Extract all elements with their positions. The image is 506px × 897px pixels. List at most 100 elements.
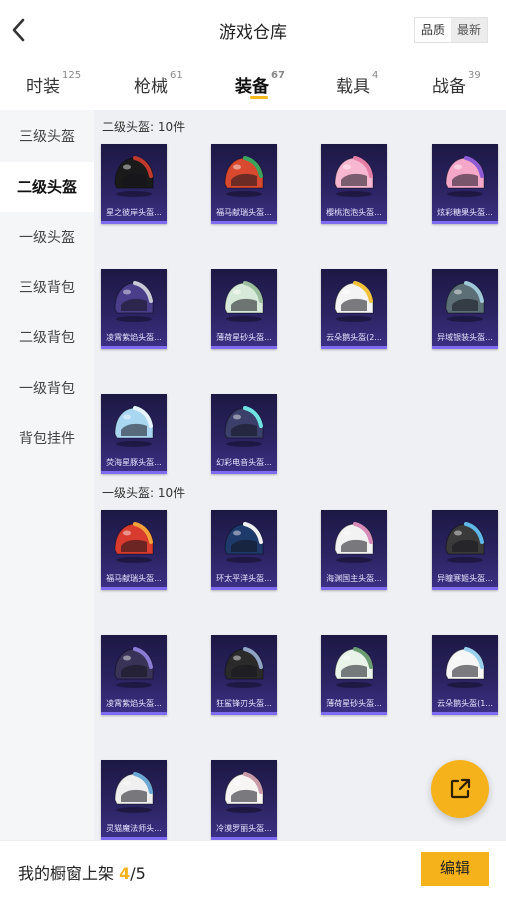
item-name: 异域银装头盔... xyxy=(437,333,493,342)
item-name: 炫彩糖果头盔... xyxy=(437,208,493,217)
item-card[interactable]: 异瞳寒姬头盔... xyxy=(432,510,498,590)
bottom-bar: 我的橱窗上架 4/5 编辑 xyxy=(0,840,506,897)
helmet-icon xyxy=(224,281,264,322)
tab-label: 枪械 xyxy=(134,77,168,97)
helmet-icon xyxy=(114,772,154,813)
helmet-icon xyxy=(334,522,374,563)
tab-label: 时装 xyxy=(26,77,60,97)
tab-label: 载具 xyxy=(336,77,370,97)
section-title: 一级头盔: 10件 xyxy=(102,486,186,500)
item-name: 凌霄紫焰头盔... xyxy=(106,333,162,342)
edit-button[interactable]: 编辑 xyxy=(421,852,489,886)
item-name: 冷漠罗丽头盔... xyxy=(216,824,272,833)
helmet-icon xyxy=(114,281,154,322)
helmet-icon xyxy=(334,156,374,197)
share-fab[interactable] xyxy=(431,760,489,818)
item-name: 薄荷星砂头盔... xyxy=(216,333,272,342)
item-name: 凌霄紫焰头盔... xyxy=(106,699,162,708)
item-card[interactable]: 樱桃泡泡头盔... xyxy=(321,144,387,224)
sidebar-item-backpack-lv1[interactable]: 一级背包 xyxy=(0,364,94,414)
showcase-current: 4 xyxy=(119,864,131,883)
active-tab-indicator xyxy=(250,96,268,99)
item-card[interactable]: 海渊国主头盔... xyxy=(321,510,387,590)
item-card[interactable]: 炫彩糖果头盔... xyxy=(432,144,498,224)
tab-guns[interactable]: 枪械61 xyxy=(134,70,183,97)
helmet-icon xyxy=(114,156,154,197)
item-card[interactable]: 云朵鹅头盔(1... xyxy=(432,635,498,715)
item-card[interactable]: 狂鲨锋刃头盔... xyxy=(211,635,277,715)
tab-count: 125 xyxy=(62,70,82,81)
item-card[interactable]: 薄荷星砂头盔... xyxy=(211,269,277,349)
showcase-status: 我的橱窗上架 4/5 xyxy=(18,860,146,884)
item-name: 云朵鹅头盔(1... xyxy=(437,699,493,708)
helmet-icon xyxy=(224,772,264,813)
helmet-icon xyxy=(224,156,264,197)
helmet-icon xyxy=(114,406,154,447)
tab-fashion[interactable]: 时装125 xyxy=(26,70,82,97)
helmet-icon xyxy=(224,522,264,563)
helmet-icon xyxy=(114,647,154,688)
tab-label: 装备 xyxy=(235,77,269,97)
helmet-icon xyxy=(445,522,485,563)
section-title: 二级头盔: 10件 xyxy=(102,120,186,134)
sort-quality-button[interactable]: 品质 xyxy=(415,18,451,42)
header: 游戏仓库 品质 最新 xyxy=(0,0,506,60)
item-name: 樱桃泡泡头盔... xyxy=(326,208,382,217)
sort-toggle: 品质 最新 xyxy=(414,17,488,43)
sidebar-item-backpack-lv2[interactable]: 二级背包 xyxy=(0,313,94,363)
item-name: 海渊国主头盔... xyxy=(326,574,382,583)
tab-count: 61 xyxy=(170,70,183,81)
sidebar-item-helmet-lv1[interactable]: 一级头盔 xyxy=(0,213,94,263)
helmet-icon xyxy=(334,647,374,688)
tab-count: 4 xyxy=(372,70,379,81)
helmet-icon xyxy=(114,522,154,563)
item-card[interactable]: 福马献瑞头盔... xyxy=(101,510,167,590)
category-tabs: 时装125 枪械61 装备67 载具4 战备39 xyxy=(0,60,506,110)
item-card[interactable]: 异域银装头盔... xyxy=(432,269,498,349)
helmet-icon xyxy=(445,281,485,322)
item-card[interactable]: 冷漠罗丽头盔... xyxy=(211,760,277,840)
item-name: 异瞳寒姬头盔... xyxy=(437,574,493,583)
item-name: 狂鲨锋刃头盔... xyxy=(216,699,272,708)
tab-count: 39 xyxy=(468,70,481,81)
sidebar-item-helmet-lv3[interactable]: 三级头盔 xyxy=(0,112,94,162)
tab-supplies[interactable]: 战备39 xyxy=(432,70,481,97)
helmet-icon xyxy=(224,647,264,688)
item-card[interactable]: 凌霄紫焰头盔... xyxy=(101,635,167,715)
item-name: 云朵鹅头盔(2... xyxy=(326,333,382,342)
tab-vehicles[interactable]: 载具4 xyxy=(336,70,379,97)
item-name: 环太平洋头盔... xyxy=(216,574,272,583)
item-card[interactable]: 幻彩电音头盔... xyxy=(211,394,277,474)
item-name: 星之彼岸头盔... xyxy=(106,208,162,217)
item-card[interactable]: 荧海星豚头盔... xyxy=(101,394,167,474)
item-name: 幻彩电音头盔... xyxy=(216,458,272,467)
tab-count: 67 xyxy=(271,70,285,81)
helmet-icon xyxy=(334,281,374,322)
item-card[interactable]: 星之彼岸头盔... xyxy=(101,144,167,224)
helmet-icon xyxy=(445,647,485,688)
sidebar-item-helmet-lv2[interactable]: 二级头盔 xyxy=(0,162,94,212)
showcase-label: 我的橱窗上架 xyxy=(18,864,120,883)
item-name: 福马献瑞头盔... xyxy=(216,208,272,217)
tab-equipment[interactable]: 装备67 xyxy=(235,70,285,97)
sidebar: 三级头盔 二级头盔 一级头盔 三级背包 二级背包 一级背包 背包挂件 xyxy=(0,110,94,840)
item-card[interactable]: 薄荷星砂头盔... xyxy=(321,635,387,715)
share-external-icon xyxy=(450,778,471,799)
sidebar-item-backpack-lv3[interactable]: 三级背包 xyxy=(0,263,94,313)
item-name: 福马献瑞头盔... xyxy=(106,574,162,583)
item-card[interactable]: 环太平洋头盔... xyxy=(211,510,277,590)
item-card[interactable]: 灵猫魔法师头... xyxy=(101,760,167,840)
showcase-total: /5 xyxy=(130,864,146,883)
helmet-icon xyxy=(445,156,485,197)
item-name: 荧海星豚头盔... xyxy=(106,458,162,467)
item-name: 薄荷星砂头盔... xyxy=(326,699,382,708)
sidebar-item-backpack-charm[interactable]: 背包挂件 xyxy=(0,414,94,464)
sort-latest-button[interactable]: 最新 xyxy=(451,18,487,42)
item-card[interactable]: 福马献瑞头盔... xyxy=(211,144,277,224)
item-card[interactable]: 凌霄紫焰头盔... xyxy=(101,269,167,349)
helmet-icon xyxy=(224,406,264,447)
item-card[interactable]: 云朵鹅头盔(2... xyxy=(321,269,387,349)
item-name: 灵猫魔法师头... xyxy=(106,824,162,833)
tab-label: 战备 xyxy=(432,77,466,97)
item-grid-area: 二级头盔: 10件星之彼岸头盔... 福马献瑞头盔... 樱桃泡泡头盔... 炫彩糖果… xyxy=(94,110,506,840)
